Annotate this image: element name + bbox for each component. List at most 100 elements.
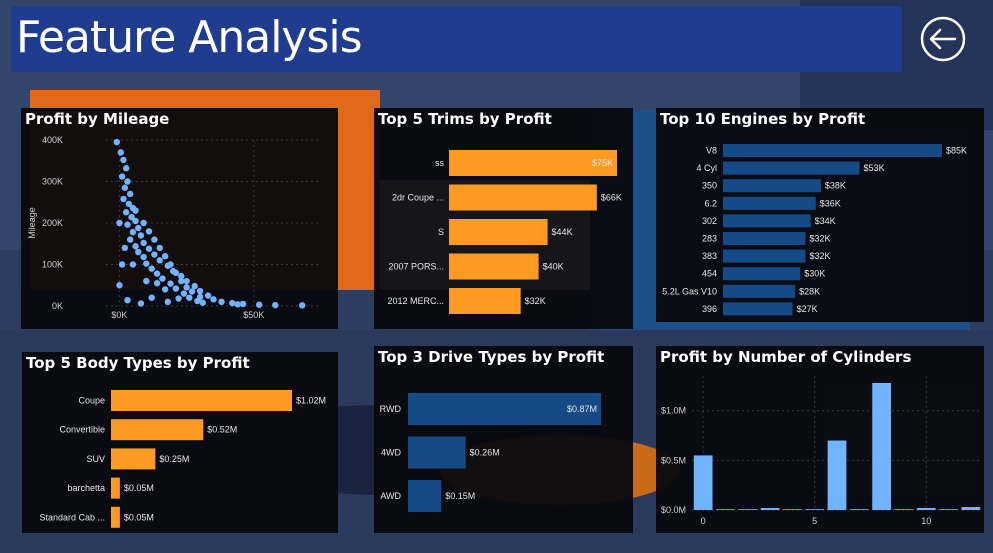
panel-top-engines: Top 10 Engines by Profit V8 $85K 4 Cyl $53K… <box>656 108 984 322</box>
bar <box>408 480 442 512</box>
scatter-point <box>148 294 155 301</box>
scatter-point <box>196 293 204 301</box>
scatter-point <box>188 288 196 295</box>
y-tick-label: 100K <box>42 260 63 270</box>
data-label: $38K <box>825 181 846 191</box>
scatter-point <box>135 224 142 232</box>
scatter-point <box>132 243 139 250</box>
column-bar <box>916 508 936 510</box>
scatter-point <box>229 299 236 307</box>
scatter-point <box>126 190 134 198</box>
scatter-point <box>298 302 306 309</box>
column-bar <box>783 509 802 510</box>
category-label: 5.2L Gas V10 <box>662 286 717 296</box>
back-arrow-icon <box>920 16 966 62</box>
bar <box>111 448 156 470</box>
column-bar <box>961 507 981 510</box>
scatter-point <box>161 286 169 293</box>
scatter-point <box>159 275 166 282</box>
y-tick-label: 300K <box>42 177 63 187</box>
y-tick-label: 0K <box>52 301 63 311</box>
scatter-point <box>186 294 193 301</box>
scatter-point <box>140 219 147 227</box>
scatter-point <box>183 284 190 291</box>
scatter-point <box>116 282 123 289</box>
bar <box>408 436 466 469</box>
data-label: $32K <box>809 234 830 244</box>
panel-profit-by-mileage: Profit by Mileage 0K 100K 200K 300K 400K $0K $… <box>21 108 338 329</box>
scatter-point <box>129 261 137 268</box>
scatter-point <box>156 244 163 252</box>
data-label: $1.02M <box>296 396 326 406</box>
category-label: ss <box>435 158 445 168</box>
y-axis-title: Mileage <box>27 207 37 239</box>
bar <box>449 219 548 245</box>
scatter-point <box>172 285 180 292</box>
data-label: $53K <box>864 163 885 173</box>
category-label: 350 <box>702 181 717 191</box>
scatter-point <box>175 295 182 302</box>
bar <box>111 390 292 411</box>
scatter-point <box>172 269 180 276</box>
panel-top-drive-types: Top 3 Drive Types by Profit RWD $0.87M 4WD… <box>374 346 633 533</box>
category-label: 454 <box>702 269 717 279</box>
scatter-point <box>180 290 188 297</box>
category-label: S <box>438 227 444 237</box>
scatter-point <box>132 207 139 214</box>
data-label: $44K <box>552 227 573 237</box>
x-tick-label: 10 <box>921 516 931 526</box>
scatter-point <box>161 253 169 260</box>
category-label: 283 <box>702 234 717 244</box>
data-label: $0.87M <box>567 404 597 414</box>
y-tick-label: $1.0M <box>661 406 686 416</box>
category-label: 4 Cyl <box>696 163 717 173</box>
scatter-point <box>120 156 127 164</box>
mileage-scatter-chart: 0K 100K 200K 300K 400K $0K $50K Mileage <box>27 135 321 320</box>
scatter-point <box>116 219 123 227</box>
scatter-point <box>129 228 137 236</box>
category-label: 396 <box>702 304 717 314</box>
data-label: $0.05M <box>124 512 154 522</box>
bar <box>723 179 821 193</box>
column-bar <box>716 509 735 510</box>
scatter-point <box>153 279 161 287</box>
category-label: 2007 PORS... <box>388 262 444 272</box>
data-label: $85K <box>946 146 967 156</box>
back-button[interactable] <box>920 16 966 62</box>
bar <box>111 419 204 441</box>
column-bar <box>738 509 758 510</box>
data-label: $32K <box>525 296 546 306</box>
scatter-point <box>124 221 131 228</box>
bar <box>723 249 806 263</box>
bar <box>449 184 597 211</box>
category-label: RWD <box>380 404 402 414</box>
panel-top-trims: Top 5 Trims by Profit ss $75K 2dr Coupe ..… <box>374 108 633 329</box>
data-label: $0.25M <box>159 454 189 464</box>
scatter-point <box>148 265 155 272</box>
category-label: 4WD <box>381 448 402 458</box>
scatter-point <box>135 248 142 256</box>
scatter-point <box>113 138 120 146</box>
scatter-point <box>145 228 153 235</box>
panel-top-body-types: Top 5 Body Types by Profit Coupe $1.02M Co… <box>22 352 338 533</box>
category-label: Convertible <box>59 425 105 435</box>
scatter-point <box>143 277 150 285</box>
scatter-point <box>143 260 150 267</box>
cylinders-column-chart: $0.0M $0.5M $1.0M 0 5 10 <box>661 376 982 526</box>
bar <box>723 214 811 228</box>
scatter-point <box>118 173 126 180</box>
data-label: $32K <box>809 251 830 261</box>
panel-profit-by-cylinders: Profit by Number of Cylinders $0.0M $0.5M… <box>656 346 984 533</box>
scatter-point <box>178 277 185 285</box>
bar <box>111 506 120 528</box>
scatter-point <box>140 239 147 247</box>
data-label: $0.26M <box>470 448 500 458</box>
data-label: $36K <box>820 198 841 208</box>
scatter-point <box>218 298 225 306</box>
bar <box>723 161 860 175</box>
scatter-point <box>210 296 217 303</box>
trims-bar-chart: ss $75K 2dr Coupe ... $66K S $44K 2007 PORS...… <box>387 150 622 314</box>
scatter-point <box>121 244 129 252</box>
drive-types-bar-chart: RWD $0.87M 4WD $0.26M AWD $0.15M <box>380 393 601 512</box>
scatter-point <box>124 296 131 304</box>
